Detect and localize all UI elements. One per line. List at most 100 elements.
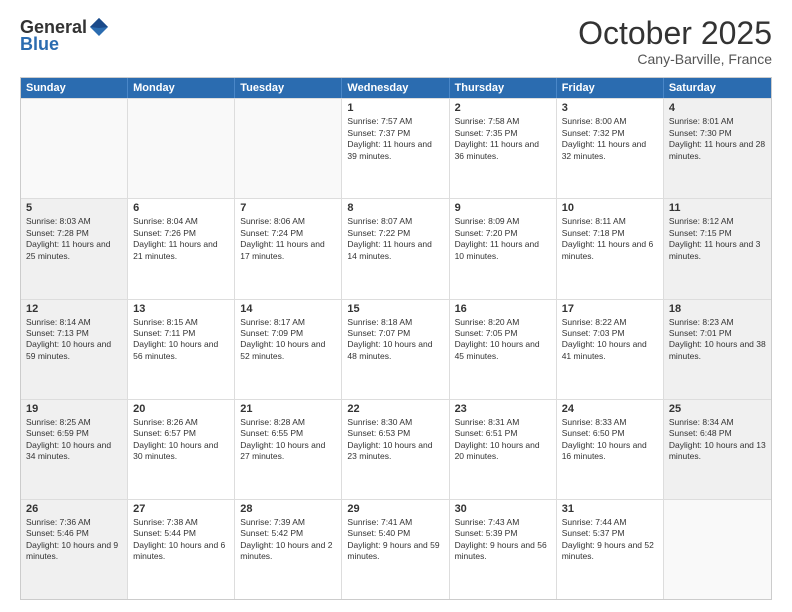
cal-cell-4-4: 30 Sunrise: 7:43 AM Sunset: 5:39 PM Dayli… <box>450 500 557 599</box>
cell-info: Sunrise: 8:06 AM Sunset: 7:24 PM Dayligh… <box>240 216 336 262</box>
header-saturday: Saturday <box>664 78 771 98</box>
day-number: 31 <box>562 503 658 515</box>
day-number: 17 <box>562 303 658 315</box>
cell-info: Sunrise: 8:14 AM Sunset: 7:13 PM Dayligh… <box>26 317 122 363</box>
cal-cell-0-2 <box>235 99 342 198</box>
cal-row-0: 1Sunrise: 7:57 AM Sunset: 7:37 PM Daylig… <box>21 98 771 198</box>
calendar-body: 1Sunrise: 7:57 AM Sunset: 7:37 PM Daylig… <box>21 98 771 599</box>
cal-cell-1-6: 11 Sunrise: 8:12 AM Sunset: 7:15 PM Dayli… <box>664 199 771 298</box>
day-number: 22 <box>347 403 443 415</box>
cal-cell-0-5: 3 Sunrise: 8:00 AM Sunset: 7:32 PM Daylig… <box>557 99 664 198</box>
cell-info: Sunrise: 7:43 AM Sunset: 5:39 PM Dayligh… <box>455 517 551 563</box>
day-number: 9 <box>455 202 551 214</box>
calendar: Sunday Monday Tuesday Wednesday Thursday… <box>20 77 772 600</box>
cell-info: Sunrise: 8:07 AM Sunset: 7:22 PM Dayligh… <box>347 216 443 262</box>
cal-cell-2-2: 14 Sunrise: 8:17 AM Sunset: 7:09 PM Dayli… <box>235 300 342 399</box>
day-number: 12 <box>26 303 122 315</box>
cell-info: Sunrise: 8:34 AM Sunset: 6:48 PM Dayligh… <box>669 417 766 463</box>
day-number: 30 <box>455 503 551 515</box>
cal-cell-4-2: 28 Sunrise: 7:39 AM Sunset: 5:42 PM Dayli… <box>235 500 342 599</box>
cal-cell-2-4: 16Sunrise: 8:20 AM Sunset: 7:05 PM Dayli… <box>450 300 557 399</box>
cal-cell-1-4: 9Sunrise: 8:09 AM Sunset: 7:20 PM Daylig… <box>450 199 557 298</box>
cell-info: Sunrise: 8:22 AM Sunset: 7:03 PM Dayligh… <box>562 317 658 363</box>
cal-cell-4-3: 29 Sunrise: 7:41 AM Sunset: 5:40 PM Dayli… <box>342 500 449 599</box>
day-number: 5 <box>26 202 122 214</box>
cell-info: Sunrise: 8:12 AM Sunset: 7:15 PM Dayligh… <box>669 216 766 262</box>
day-number: 21 <box>240 403 336 415</box>
cal-cell-1-5: 10Sunrise: 8:11 AM Sunset: 7:18 PM Dayli… <box>557 199 664 298</box>
cell-info: Sunrise: 8:31 AM Sunset: 6:51 PM Dayligh… <box>455 417 551 463</box>
cell-info: Sunrise: 8:30 AM Sunset: 6:53 PM Dayligh… <box>347 417 443 463</box>
cal-cell-2-6: 18 Sunrise: 8:23 AM Sunset: 7:01 PM Dayli… <box>664 300 771 399</box>
cell-info: Sunrise: 7:36 AM Sunset: 5:46 PM Dayligh… <box>26 517 122 563</box>
cal-row-2: 12 Sunrise: 8:14 AM Sunset: 7:13 PM Dayli… <box>21 299 771 399</box>
cal-cell-3-3: 22 Sunrise: 8:30 AM Sunset: 6:53 PM Dayli… <box>342 400 449 499</box>
cal-cell-2-1: 13 Sunrise: 8:15 AM Sunset: 7:11 PM Dayli… <box>128 300 235 399</box>
cal-cell-4-6 <box>664 500 771 599</box>
day-number: 23 <box>455 403 551 415</box>
day-number: 15 <box>347 303 443 315</box>
cal-cell-4-5: 31 Sunrise: 7:44 AM Sunset: 5:37 PM Dayli… <box>557 500 664 599</box>
day-number: 19 <box>26 403 122 415</box>
header: General Blue October 2025 Cany-Barville,… <box>20 16 772 67</box>
day-number: 11 <box>669 202 766 214</box>
header-wednesday: Wednesday <box>342 78 449 98</box>
cal-cell-0-1 <box>128 99 235 198</box>
header-thursday: Thursday <box>450 78 557 98</box>
day-number: 2 <box>455 102 551 114</box>
cal-cell-3-5: 24Sunrise: 8:33 AM Sunset: 6:50 PM Dayli… <box>557 400 664 499</box>
cal-cell-2-0: 12 Sunrise: 8:14 AM Sunset: 7:13 PM Dayli… <box>21 300 128 399</box>
day-number: 7 <box>240 202 336 214</box>
cell-info: Sunrise: 7:39 AM Sunset: 5:42 PM Dayligh… <box>240 517 336 563</box>
logo: General Blue <box>20 16 111 55</box>
logo-flag-icon <box>88 16 110 38</box>
cal-cell-2-5: 17 Sunrise: 8:22 AM Sunset: 7:03 PM Dayli… <box>557 300 664 399</box>
day-number: 13 <box>133 303 229 315</box>
cal-cell-0-6: 4 Sunrise: 8:01 AM Sunset: 7:30 PM Daylig… <box>664 99 771 198</box>
page: General Blue October 2025 Cany-Barville,… <box>0 0 792 612</box>
cal-cell-1-3: 8 Sunrise: 8:07 AM Sunset: 7:22 PM Daylig… <box>342 199 449 298</box>
cal-cell-4-1: 27 Sunrise: 7:38 AM Sunset: 5:44 PM Dayli… <box>128 500 235 599</box>
calendar-header: Sunday Monday Tuesday Wednesday Thursday… <box>21 78 771 98</box>
month-title: October 2025 <box>578 16 772 51</box>
cell-info: Sunrise: 8:23 AM Sunset: 7:01 PM Dayligh… <box>669 317 766 363</box>
cell-info: Sunrise: 8:25 AM Sunset: 6:59 PM Dayligh… <box>26 417 122 463</box>
cell-info: Sunrise: 8:26 AM Sunset: 6:57 PM Dayligh… <box>133 417 229 463</box>
cell-info: Sunrise: 7:38 AM Sunset: 5:44 PM Dayligh… <box>133 517 229 563</box>
cal-cell-0-4: 2Sunrise: 7:58 AM Sunset: 7:35 PM Daylig… <box>450 99 557 198</box>
cal-cell-3-6: 25Sunrise: 8:34 AM Sunset: 6:48 PM Dayli… <box>664 400 771 499</box>
cal-cell-4-0: 26 Sunrise: 7:36 AM Sunset: 5:46 PM Dayli… <box>21 500 128 599</box>
cell-info: Sunrise: 8:28 AM Sunset: 6:55 PM Dayligh… <box>240 417 336 463</box>
cell-info: Sunrise: 8:17 AM Sunset: 7:09 PM Dayligh… <box>240 317 336 363</box>
day-number: 3 <box>562 102 658 114</box>
cal-cell-3-2: 21 Sunrise: 8:28 AM Sunset: 6:55 PM Dayli… <box>235 400 342 499</box>
day-number: 26 <box>26 503 122 515</box>
day-number: 27 <box>133 503 229 515</box>
cell-info: Sunrise: 8:03 AM Sunset: 7:28 PM Dayligh… <box>26 216 122 262</box>
day-number: 28 <box>240 503 336 515</box>
day-number: 14 <box>240 303 336 315</box>
day-number: 29 <box>347 503 443 515</box>
day-number: 18 <box>669 303 766 315</box>
cell-info: Sunrise: 7:41 AM Sunset: 5:40 PM Dayligh… <box>347 517 443 563</box>
cal-cell-3-0: 19 Sunrise: 8:25 AM Sunset: 6:59 PM Dayli… <box>21 400 128 499</box>
cal-row-1: 5 Sunrise: 8:03 AM Sunset: 7:28 PM Daylig… <box>21 198 771 298</box>
day-number: 10 <box>562 202 658 214</box>
cell-info: Sunrise: 8:04 AM Sunset: 7:26 PM Dayligh… <box>133 216 229 262</box>
cal-row-3: 19 Sunrise: 8:25 AM Sunset: 6:59 PM Dayli… <box>21 399 771 499</box>
day-number: 8 <box>347 202 443 214</box>
cell-info: Sunrise: 8:18 AM Sunset: 7:07 PM Dayligh… <box>347 317 443 363</box>
location: Cany-Barville, France <box>578 51 772 67</box>
cell-info: Sunrise: 8:15 AM Sunset: 7:11 PM Dayligh… <box>133 317 229 363</box>
cell-info: Sunrise: 8:00 AM Sunset: 7:32 PM Dayligh… <box>562 116 658 162</box>
day-number: 20 <box>133 403 229 415</box>
cell-info: Sunrise: 7:44 AM Sunset: 5:37 PM Dayligh… <box>562 517 658 563</box>
cell-info: Sunrise: 7:57 AM Sunset: 7:37 PM Dayligh… <box>347 116 443 162</box>
header-sunday: Sunday <box>21 78 128 98</box>
cell-info: Sunrise: 8:01 AM Sunset: 7:30 PM Dayligh… <box>669 116 766 162</box>
cal-cell-3-4: 23 Sunrise: 8:31 AM Sunset: 6:51 PM Dayli… <box>450 400 557 499</box>
day-number: 4 <box>669 102 766 114</box>
header-monday: Monday <box>128 78 235 98</box>
cal-cell-0-3: 1Sunrise: 7:57 AM Sunset: 7:37 PM Daylig… <box>342 99 449 198</box>
cal-cell-1-2: 7 Sunrise: 8:06 AM Sunset: 7:24 PM Daylig… <box>235 199 342 298</box>
